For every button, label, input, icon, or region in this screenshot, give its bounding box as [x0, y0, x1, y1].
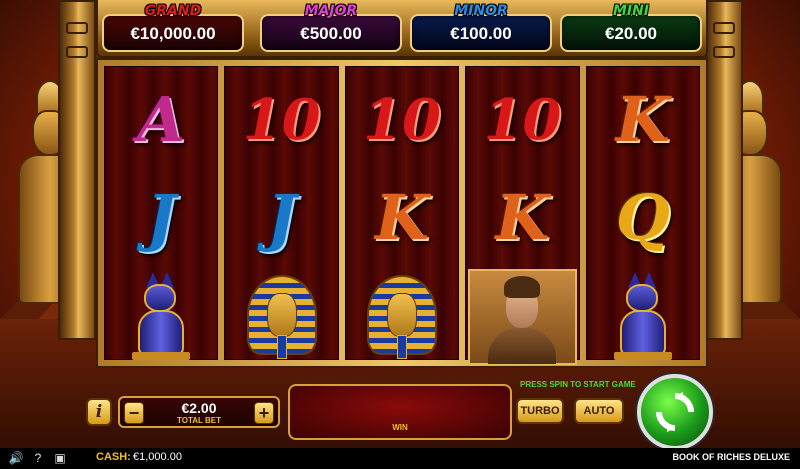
pillar-right	[705, 0, 743, 340]
cat-statue-icon	[613, 272, 672, 360]
reel-3: 10 K	[344, 66, 460, 360]
spin-button[interactable]	[637, 374, 713, 450]
symbol-10: 10	[483, 87, 562, 153]
turbo-button[interactable]: TURBO	[516, 398, 564, 424]
jackpot-major: MAJOR €500.00	[260, 3, 402, 52]
reel-symbol: 10	[466, 71, 578, 169]
explorer-portrait-icon	[482, 272, 562, 364]
jackpot-mini-value: €20.00	[605, 24, 657, 43]
reel-symbol: A	[105, 71, 217, 169]
jackpot-grand-name: GRAND	[144, 3, 202, 19]
win-panel: WIN	[288, 384, 512, 440]
reel-symbol: Q	[587, 169, 699, 267]
fullscreen-icon[interactable]: ▣	[52, 450, 68, 466]
control-bar: i − €2.00 TOTAL BET + WIN PRESS SPIN TO …	[80, 374, 720, 450]
symbol-a: A	[137, 83, 186, 156]
reel-symbol: J	[105, 169, 217, 267]
game-title: BOOK OF RICHES DELUXE	[672, 452, 790, 462]
jackpot-minor-name: MINOR	[454, 3, 508, 19]
reel-symbol	[587, 267, 699, 365]
reel-symbol	[468, 269, 577, 365]
bet-panel: − €2.00 TOTAL BET +	[118, 396, 280, 428]
pharaoh-mask-icon	[367, 271, 438, 361]
symbol-j: J	[266, 181, 297, 254]
pharaoh-mask-icon	[246, 271, 317, 361]
reel-frame: A J 10 J 10 K 10 K K Q	[96, 58, 708, 368]
reel-symbol	[346, 267, 458, 365]
reel-2: 10 J	[224, 66, 339, 360]
reels: A J 10 J 10 K 10 K K Q	[104, 66, 701, 365]
win-label: WIN	[392, 423, 408, 432]
jackpot-minor-value: €100.00	[450, 24, 512, 43]
jackpot-major-name: MAJOR	[304, 3, 358, 19]
auto-button[interactable]: AUTO	[574, 398, 624, 424]
reel-symbol: K	[466, 169, 578, 267]
cat-statue-icon	[132, 272, 191, 360]
spin-arrows-icon	[656, 392, 694, 432]
symbol-q: Q	[615, 181, 670, 254]
reel-symbol: 10	[346, 71, 458, 169]
jackpot-mini-name: MINI	[612, 3, 650, 19]
volume-icon[interactable]: 🔊	[8, 450, 24, 466]
symbol-10: 10	[363, 87, 441, 153]
reel-symbol	[225, 267, 337, 365]
jackpot-bar: GRAND €10,000.00 MAJOR €500.00 MINOR €10…	[96, 0, 708, 58]
info-button[interactable]: i	[86, 398, 112, 426]
symbol-10: 10	[242, 87, 321, 153]
reel-5: KQ	[585, 66, 701, 360]
jackpot-grand: GRAND €10,000.00	[102, 3, 244, 52]
symbol-k: K	[495, 181, 550, 254]
bet-increase-button[interactable]: +	[254, 402, 274, 424]
jackpot-mini: MINI €20.00	[560, 3, 702, 52]
reel-symbol: 10	[225, 71, 337, 169]
footer-bar: 🔊 ? ▣ CASH: €1,000.00 BOOK OF RICHES DEL…	[0, 448, 800, 469]
symbol-k: K	[615, 83, 670, 156]
reel-4: 10 K	[465, 66, 580, 365]
reel-symbol: K	[346, 169, 458, 267]
jackpot-grand-value: €10,000.00	[130, 24, 216, 43]
symbol-k: K	[375, 181, 429, 254]
symbol-j: J	[146, 181, 176, 254]
jackpot-major-value: €500.00	[300, 24, 362, 43]
reel-1: AJ	[104, 66, 219, 360]
pillar-left	[58, 0, 96, 340]
reel-symbol: K	[587, 71, 699, 169]
reel-symbol: J	[225, 169, 337, 267]
jackpot-minor: MINOR €100.00	[410, 3, 552, 52]
cash-value: €1,000.00	[133, 451, 182, 463]
reel-symbol	[105, 267, 217, 365]
help-icon[interactable]: ?	[30, 450, 46, 466]
cash-label: CASH:	[96, 451, 131, 463]
